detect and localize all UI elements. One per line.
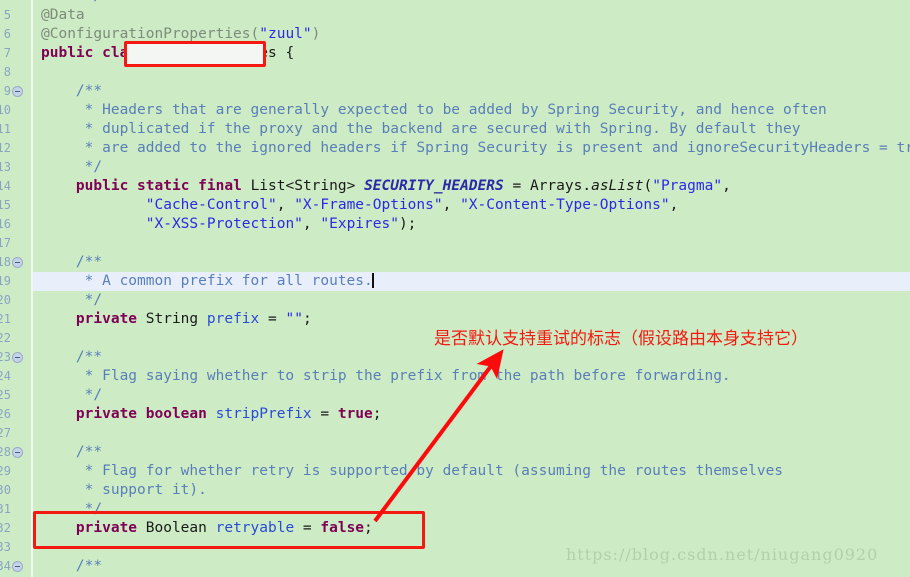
gutter-line[interactable]: 14 bbox=[0, 177, 32, 196]
code-line[interactable]: /** bbox=[33, 443, 102, 462]
gutter-line[interactable]: 10 bbox=[0, 101, 32, 120]
code-line[interactable]: * support it). bbox=[33, 481, 207, 500]
line-number: 33 bbox=[0, 540, 11, 554]
line-number: 27 bbox=[0, 426, 11, 440]
gutter-line[interactable]: 19 bbox=[0, 272, 32, 291]
code-line[interactable]: public class ZuulProperties { bbox=[33, 44, 294, 63]
code-line[interactable]: private Boolean retryable = false; bbox=[33, 519, 373, 538]
gutter-line[interactable]: 30 bbox=[0, 481, 32, 500]
code-line[interactable] bbox=[33, 63, 41, 82]
code-line[interactable]: * Flag saying whether to strip the prefi… bbox=[33, 367, 731, 386]
line-number: 9 bbox=[3, 84, 11, 98]
code-line[interactable]: private String prefix = ""; bbox=[33, 310, 312, 329]
code-line[interactable] bbox=[33, 329, 41, 348]
line-number: 6 bbox=[3, 27, 11, 41]
code-editor-screenshot: 4567891011121314151617181920212223242526… bbox=[0, 0, 910, 577]
code-line[interactable]: @ConfigurationProperties("zuul") bbox=[33, 25, 320, 44]
gutter-line[interactable]: 28 bbox=[0, 443, 32, 462]
gutter-line[interactable]: 8 bbox=[0, 63, 32, 82]
gutter-line[interactable]: 31 bbox=[0, 500, 32, 519]
line-number: 25 bbox=[0, 388, 11, 402]
line-number: 28 bbox=[0, 445, 11, 459]
gutter-line[interactable]: 9 bbox=[0, 82, 32, 101]
line-number: 32 bbox=[0, 521, 11, 535]
code-line[interactable] bbox=[33, 234, 41, 253]
code-fold-toggle-icon[interactable] bbox=[12, 561, 23, 572]
code-fold-toggle-icon[interactable] bbox=[12, 352, 23, 363]
gutter-line[interactable]: 29 bbox=[0, 462, 32, 481]
line-number: 14 bbox=[0, 179, 11, 193]
editor-gutter[interactable]: 4567891011121314151617181920212223242526… bbox=[0, 0, 33, 577]
line-number: 5 bbox=[3, 8, 11, 22]
line-number: 16 bbox=[0, 217, 11, 231]
gutter-line[interactable]: 27 bbox=[0, 424, 32, 443]
code-line[interactable]: "Cache-Control", "X-Frame-Options", "X-C… bbox=[33, 196, 679, 215]
line-number: 13 bbox=[0, 160, 11, 174]
line-number: 11 bbox=[0, 122, 11, 136]
line-number: 30 bbox=[0, 483, 11, 497]
code-line[interactable]: @Data bbox=[33, 6, 85, 25]
code-line[interactable]: /** bbox=[33, 253, 102, 272]
line-number: 15 bbox=[0, 198, 11, 212]
code-line[interactable]: * are added to the ignored headers if Sp… bbox=[33, 139, 910, 158]
line-number: 23 bbox=[0, 350, 11, 364]
gutter-line[interactable]: 13 bbox=[0, 158, 32, 177]
gutter-line[interactable]: 20 bbox=[0, 291, 32, 310]
line-number: 34 bbox=[0, 559, 11, 573]
code-fold-toggle-icon[interactable] bbox=[12, 447, 23, 458]
line-number: 8 bbox=[3, 65, 11, 79]
line-number: 20 bbox=[0, 293, 11, 307]
gutter-line[interactable]: 32 bbox=[0, 519, 32, 538]
gutter-line[interactable]: 7 bbox=[0, 44, 32, 63]
line-number: 10 bbox=[0, 103, 11, 117]
line-number: 7 bbox=[3, 46, 11, 60]
text-caret bbox=[371, 273, 374, 288]
line-number: 29 bbox=[0, 464, 11, 478]
gutter-line[interactable]: 5 bbox=[0, 6, 32, 25]
line-number: 18 bbox=[0, 255, 11, 269]
code-line[interactable]: */ bbox=[33, 386, 102, 405]
gutter-line[interactable]: 22 bbox=[0, 329, 32, 348]
code-line[interactable]: */ bbox=[33, 500, 102, 519]
gutter-line[interactable]: 17 bbox=[0, 234, 32, 253]
line-number: 24 bbox=[0, 369, 11, 383]
gutter-line[interactable]: 23 bbox=[0, 348, 32, 367]
code-line[interactable]: /** bbox=[33, 348, 102, 367]
gutter-line[interactable]: 26 bbox=[0, 405, 32, 424]
gutter-line[interactable]: 34 bbox=[0, 557, 32, 576]
gutter-line[interactable]: 18 bbox=[0, 253, 32, 272]
code-line[interactable]: * Flag for whether retry is supported by… bbox=[33, 462, 783, 481]
code-line[interactable]: /** bbox=[33, 82, 102, 101]
code-line[interactable] bbox=[33, 538, 41, 557]
gutter-line[interactable]: 24 bbox=[0, 367, 32, 386]
gutter-line[interactable]: 33 bbox=[0, 538, 32, 557]
code-line[interactable]: */ bbox=[33, 158, 102, 177]
code-line[interactable]: public static final List<String> SECURIT… bbox=[33, 177, 731, 196]
line-number: 21 bbox=[0, 312, 11, 326]
code-line[interactable]: */ bbox=[33, 291, 102, 310]
code-line[interactable]: * Headers that are generally expected to… bbox=[33, 101, 827, 120]
code-line[interactable]: * A common prefix for all routes. bbox=[33, 272, 910, 291]
code-text-area[interactable]: */@Data@ConfigurationProperties("zuul")p… bbox=[33, 0, 910, 577]
code-fold-toggle-icon[interactable] bbox=[12, 86, 23, 97]
gutter-line[interactable]: 15 bbox=[0, 196, 32, 215]
gutter-line[interactable]: 11 bbox=[0, 120, 32, 139]
line-number: 22 bbox=[0, 331, 11, 345]
code-line[interactable]: /** bbox=[33, 557, 102, 576]
gutter-line[interactable]: 21 bbox=[0, 310, 32, 329]
line-number: 31 bbox=[0, 502, 11, 516]
code-line[interactable]: * duplicated if the proxy and the backen… bbox=[33, 120, 801, 139]
line-number: 19 bbox=[0, 274, 11, 288]
code-fold-toggle-icon[interactable] bbox=[12, 257, 23, 268]
code-line[interactable] bbox=[33, 424, 41, 443]
line-number: 17 bbox=[0, 236, 11, 250]
gutter-line[interactable]: 12 bbox=[0, 139, 32, 158]
gutter-line[interactable]: 6 bbox=[0, 25, 32, 44]
code-line[interactable]: private boolean stripPrefix = true; bbox=[33, 405, 382, 424]
gutter-line[interactable]: 25 bbox=[0, 386, 32, 405]
gutter-line[interactable]: 16 bbox=[0, 215, 32, 234]
line-number: 26 bbox=[0, 407, 11, 421]
line-number: 12 bbox=[0, 141, 11, 155]
code-line[interactable]: "X-XSS-Protection", "Expires"); bbox=[33, 215, 417, 234]
